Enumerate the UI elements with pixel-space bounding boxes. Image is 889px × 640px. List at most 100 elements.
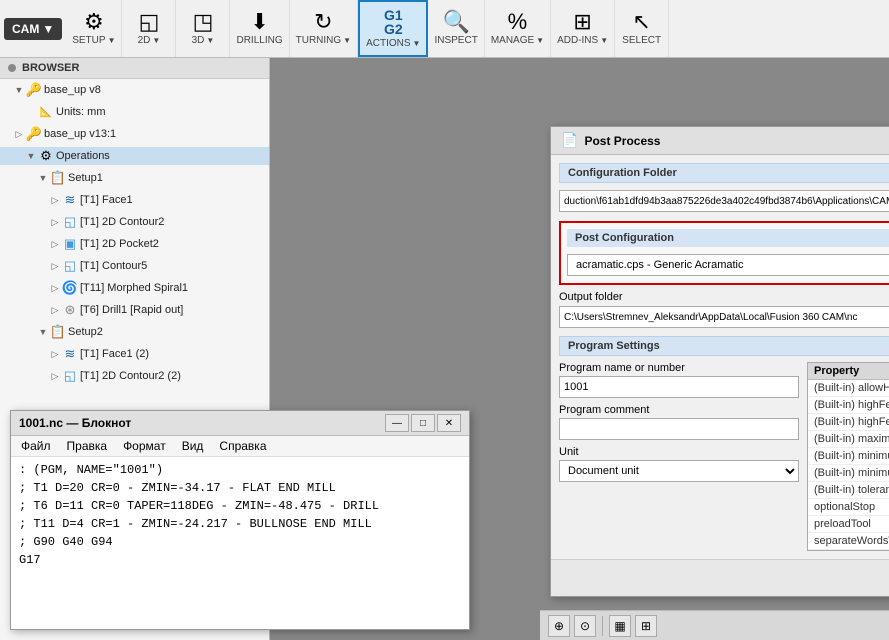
table-row[interactable]: (Built-in) minimumChordLength0.01 xyxy=(808,448,889,465)
toolbar-inspect[interactable]: 🔍 INSPECT xyxy=(428,0,484,57)
toolbar-select[interactable]: ↖ SELECT xyxy=(615,0,669,57)
table-row[interactable]: (Built-in) highFeedrate0 xyxy=(808,414,889,431)
toolbar-3d[interactable]: ◳ 3D ▼ xyxy=(176,0,230,57)
cam-dropdown[interactable]: CAM ▼ xyxy=(4,18,62,40)
contour5-icon: ◱ xyxy=(62,258,78,274)
table-row[interactable]: separateWordsWithSpaceYes xyxy=(808,533,889,550)
tree-item-morphed[interactable]: ▷ 🌀 [T11] Morphed Spiral1 xyxy=(0,277,269,299)
unit-select[interactable]: Document unit xyxy=(559,460,799,482)
cam-arrow: ▼ xyxy=(42,22,54,36)
notepad-maximize-button[interactable]: □ xyxy=(411,414,435,432)
dialog-title-icon: 📄 xyxy=(561,132,578,149)
prop-name-8: preloadTool xyxy=(808,516,889,533)
turning-icon: ↻ xyxy=(314,11,332,33)
program-left-col: Program name or number Program comment U… xyxy=(559,362,799,551)
table-row[interactable]: (Built-in) highFeedMappingPreserve rapi.… xyxy=(808,397,889,414)
2d-icon: ◱ xyxy=(139,11,160,33)
program-name-label: Program name or number xyxy=(559,362,799,374)
tree-item-face1[interactable]: ▷ ≋ [T1] Face1 xyxy=(0,189,269,211)
expand-icon-1: ▷ xyxy=(12,129,26,140)
post-config-section: Post Configuration acramatic.cps - Gener… xyxy=(559,221,889,285)
tree-item-drill1[interactable]: ▷ ⊛ [T6] Drill1 [Rapid out] xyxy=(0,299,269,321)
toolbar-manage[interactable]: % MANAGE ▼ xyxy=(485,0,551,57)
notepad-menu-справка[interactable]: Справка xyxy=(213,438,272,454)
inspect-icon: 🔍 xyxy=(442,11,469,33)
notepad-close-button[interactable]: ✕ xyxy=(437,414,461,432)
tree-item-setup2[interactable]: ▼ 📋 Setup2 xyxy=(0,321,269,343)
toolbar-addins[interactable]: ⊞ ADD-INS ▼ xyxy=(551,0,615,57)
table-row[interactable]: (Built-in) allowHelicalMovesYes xyxy=(808,380,889,397)
table-row[interactable]: (Built-in) minimumCircularRadius0.01 xyxy=(808,465,889,482)
tree-item-contour2-2[interactable]: ▷ ◱ [T1] 2D Contour2 (2) xyxy=(0,365,269,387)
notepad-line-3: ; T11 D=4 CR=1 - ZMIN=-24.217 - BULLNOSE… xyxy=(19,515,461,533)
ops-icon: ⚙ xyxy=(38,148,54,164)
properties-table-container: Property Value (Built-in) allowHelicalMo… xyxy=(807,362,889,551)
dialog-titlebar: 📄 Post Process ✕ xyxy=(551,127,889,155)
notepad-titlebar: 1001.nc — Блокнот — □ ✕ xyxy=(11,411,469,436)
output-folder-label: Output folder xyxy=(559,291,889,303)
toolbar-actions[interactable]: G1G2 ACTIONS ▼ xyxy=(358,0,428,57)
tree-item-contour5[interactable]: ▷ ◱ [T1] Contour5 xyxy=(0,255,269,277)
tree-item-base-up-v13[interactable]: ▷ 🔑 base_up v13:1 xyxy=(0,123,269,145)
program-name-input[interactable] xyxy=(559,376,799,398)
tree-item-base-up-v8[interactable]: ▼ 🔑 base_up v8 xyxy=(0,79,269,101)
tree-item-face1-2[interactable]: ▷ ≋ [T1] Face1 (2) xyxy=(0,343,269,365)
program-comment-input[interactable] xyxy=(559,418,799,440)
morphed-icon: 🌀 xyxy=(62,280,78,296)
table-row[interactable]: (Built-in) tolerance0.002 xyxy=(808,482,889,499)
dialog-body: Configuration Folder ... Setup Post Conf… xyxy=(551,155,889,559)
toolbar-setup[interactable]: ⚙ SETUP ▼ xyxy=(66,0,122,57)
program-settings-body: Program name or number Program comment U… xyxy=(559,362,889,551)
toolbar-drilling[interactable]: ⬇ DRILLING xyxy=(230,0,289,57)
prop-name-5: (Built-in) minimumCircularRadius xyxy=(808,465,889,482)
drill1-icon: ⊛ xyxy=(62,302,78,318)
post-config-select[interactable]: acramatic.cps - Generic Acramatic xyxy=(567,254,889,276)
notepad-menu-вид[interactable]: Вид xyxy=(176,438,210,454)
addins-arrow: ▼ xyxy=(600,36,608,45)
table-row[interactable]: preloadToolYes xyxy=(808,516,889,533)
tree-item-contour2[interactable]: ▷ ◱ [T1] 2D Contour2 xyxy=(0,211,269,233)
display-mode-button[interactable]: ▦ xyxy=(609,615,631,637)
notepad-minimize-button[interactable]: — xyxy=(385,414,409,432)
tree-label-c5: [T1] Contour5 xyxy=(80,260,147,272)
zoom-fit-button[interactable]: ⊕ xyxy=(548,615,570,637)
prop-name-3: (Built-in) maximumCircularRadius xyxy=(808,431,889,448)
output-path-input[interactable] xyxy=(559,306,889,328)
output-folder-row: Output folder ... NC extension Open fold… xyxy=(559,291,889,330)
prop-name-0: (Built-in) allowHelicalMoves xyxy=(808,380,889,397)
dialog-title-text: Post Process xyxy=(584,134,660,148)
setup-label: SETUP xyxy=(72,35,105,46)
toolbar-turning[interactable]: ↻ TURNING ▼ xyxy=(290,0,358,57)
expand-icon-ops: ▼ xyxy=(24,151,38,161)
expand-icon-d1: ▷ xyxy=(48,305,62,316)
tree-item-setup1[interactable]: ▼ 📋 Setup1 xyxy=(0,167,269,189)
toolbar-2d[interactable]: ◱ 2D ▼ xyxy=(122,0,176,57)
config-path-input[interactable] xyxy=(559,190,889,212)
prop-name-6: (Built-in) tolerance xyxy=(808,482,889,499)
orbit-button[interactable]: ⊙ xyxy=(574,615,596,637)
setup1-icon: 📋 xyxy=(50,170,66,186)
program-comment-label: Program comment xyxy=(559,404,799,416)
canvas-bottom-toolbar: ⊕ ⊙ ▦ ⊞ xyxy=(540,610,889,640)
table-row[interactable]: optionalStopYes xyxy=(808,499,889,516)
notepad-menu-файл[interactable]: Файл xyxy=(15,438,57,454)
tree-item-operations[interactable]: ▼ ⚙ Operations xyxy=(0,145,269,167)
tree-label-p2: [T1] 2D Pocket2 xyxy=(80,238,159,250)
2d-label: 2D xyxy=(138,35,151,46)
notepad-title: 1001.nc — Блокнот xyxy=(19,416,131,430)
contour2-icon: ◱ xyxy=(62,214,78,230)
notepad-menu-формат[interactable]: Формат xyxy=(117,438,172,454)
grid-button[interactable]: ⊞ xyxy=(635,615,657,637)
config-folder-row: ... Setup xyxy=(559,189,889,213)
pocket2-icon: ▣ xyxy=(62,236,78,252)
notepad-menu-правка[interactable]: Правка xyxy=(61,438,114,454)
tree-label-f1: [T1] Face1 xyxy=(80,194,133,206)
expand-icon-m1: ▷ xyxy=(48,283,62,294)
notepad-line-1: ; T1 D=20 CR=0 - ZMIN=-34.17 - FLAT END … xyxy=(19,479,461,497)
tree-item-pocket2[interactable]: ▷ ▣ [T1] 2D Pocket2 xyxy=(0,233,269,255)
expand-icon-s1: ▼ xyxy=(36,173,50,183)
table-row[interactable]: (Built-in) maximumCircularRadius1000 xyxy=(808,431,889,448)
addins-icon: ⊞ xyxy=(573,11,591,33)
expand-icon-c2-2: ▷ xyxy=(48,371,62,382)
tree-label-0: base_up v8 xyxy=(44,84,101,96)
